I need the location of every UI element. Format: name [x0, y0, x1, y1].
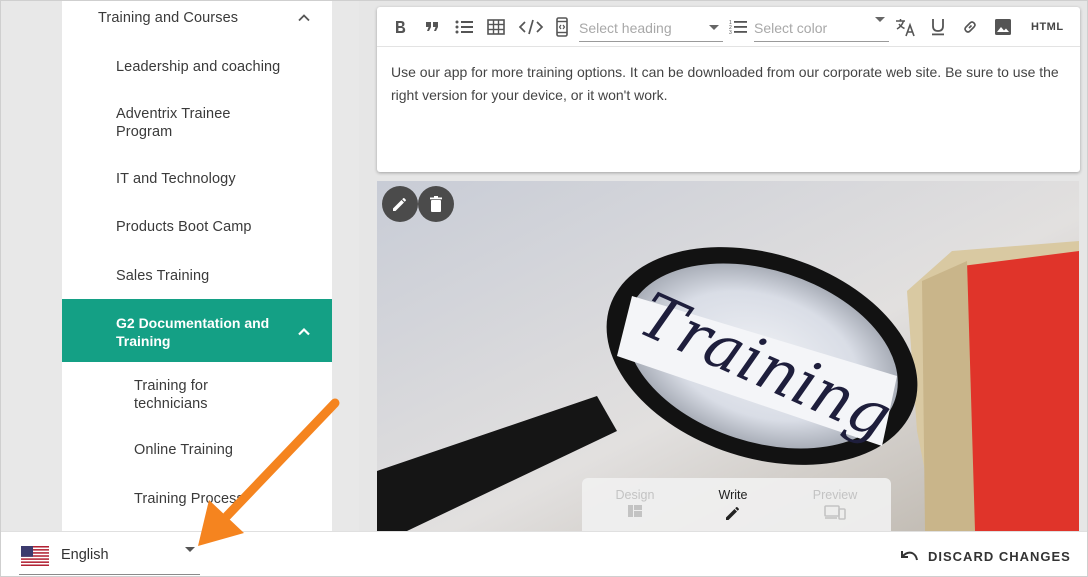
numbered-list-button[interactable]: 123 — [727, 16, 749, 38]
sidebar-item-label: Products Boot Camp — [116, 219, 252, 235]
sidebar-item-training-for-technicians[interactable]: Training for technicians — [134, 377, 254, 413]
sidebar-item-label: Training for technicians — [134, 378, 208, 412]
quote-icon — [426, 22, 438, 31]
sidebar-item-label: Online Training — [134, 442, 234, 458]
language-select-value: English — [61, 547, 109, 563]
sidebar-item-it-technology[interactable]: IT and Technology — [116, 170, 316, 188]
bulleted-list-icon — [455, 20, 473, 34]
mode-design[interactable]: Design — [595, 488, 675, 518]
sidebar-item-online-training[interactable]: Online Training — [134, 441, 314, 459]
app-frame: Training and Courses Leadership and coac… — [0, 0, 1088, 577]
edit-image-button[interactable] — [382, 186, 418, 222]
sidebar-item-g2-documentation[interactable]: G2 Documentation and Training — [62, 299, 332, 362]
chevron-up-icon — [298, 14, 310, 22]
mode-switcher: Design Write Preview — [582, 478, 891, 531]
image-button[interactable] — [992, 16, 1014, 38]
us-flag-icon — [21, 546, 49, 566]
editor-body-text[interactable]: Use our app for more training options. I… — [391, 61, 1067, 107]
sidebar-item-products-boot-camp[interactable]: Products Boot Camp — [116, 218, 316, 236]
chevron-up-icon — [298, 327, 310, 336]
code-button[interactable] — [518, 16, 544, 38]
sidebar-item-label: Training Process — [134, 491, 244, 507]
mode-label: Design — [615, 488, 655, 502]
sidebar-item-label: Leadership and coaching — [116, 59, 281, 75]
sidebar-item-leadership[interactable]: Leadership and coaching — [116, 58, 316, 76]
table-button[interactable] — [485, 16, 507, 38]
sidebar-item-label: Training and Courses — [98, 10, 239, 26]
devices-icon — [824, 505, 846, 520]
code-icon — [518, 19, 544, 35]
color-select-placeholder: Select color — [754, 20, 828, 36]
translate-button[interactable] — [895, 16, 917, 38]
sidebar-item-training-process[interactable]: Training Process — [134, 490, 332, 508]
embed-button[interactable] — [552, 16, 572, 38]
heading-select-placeholder: Select heading — [579, 20, 672, 36]
underline-button[interactable] — [927, 16, 949, 38]
sidebar-item-sales-training[interactable]: Sales Training — [116, 267, 316, 285]
mode-label: Write — [718, 488, 748, 502]
rich-text-editor: Select heading 123 Select color HTML Use… — [377, 7, 1080, 172]
translate-icon — [896, 19, 915, 37]
bulleted-list-button[interactable] — [453, 16, 475, 38]
left-gutter — [1, 1, 62, 531]
mode-preview[interactable]: Preview — [795, 488, 875, 520]
quote-button[interactable] — [421, 16, 443, 38]
image-icon — [995, 19, 1011, 35]
sidebar-item-label: IT and Technology — [116, 171, 236, 187]
underline-icon — [932, 19, 944, 36]
sidebar-item-label: Adventrix Trainee Program — [116, 106, 231, 140]
delete-image-button[interactable] — [418, 186, 454, 222]
table-icon — [487, 19, 505, 35]
discard-changes-label: DISCARD CHANGES — [928, 548, 1071, 564]
bottom-bar: English DISCARD CHANGES — [1, 531, 1087, 576]
pencil-icon — [726, 507, 739, 520]
sidebar-item-training-and-courses[interactable]: Training and Courses — [98, 9, 328, 27]
embed-icon — [556, 17, 568, 37]
pencil-icon — [393, 198, 406, 211]
mode-write[interactable]: Write — [693, 488, 773, 522]
sidebar-item-label: G2 Documentation and Training — [116, 315, 270, 349]
heading-select[interactable]: Select heading — [579, 14, 723, 42]
sidebar-item-label: Sales Training — [116, 268, 210, 284]
numbered-list-icon: 123 — [729, 20, 747, 35]
language-select[interactable]: English — [19, 543, 200, 575]
link-icon — [964, 21, 976, 33]
mode-label: Preview — [812, 488, 858, 502]
discard-changes-button[interactable]: DISCARD CHANGES — [899, 547, 1071, 565]
link-button[interactable] — [959, 16, 981, 38]
html-button[interactable]: HTML — [1031, 21, 1064, 33]
undo-icon — [901, 551, 918, 561]
color-select[interactable]: Select color — [754, 14, 889, 42]
caret-down-icon — [875, 17, 885, 22]
sidebar-item-adventrix[interactable]: Adventrix Trainee Program — [116, 105, 246, 141]
layout-icon — [628, 505, 642, 517]
editor-toolbar: Select heading 123 Select color HTML — [377, 7, 1080, 47]
caret-down-icon — [185, 547, 195, 552]
svg-text:3: 3 — [729, 30, 732, 35]
caret-down-icon — [709, 25, 719, 30]
sidebar-divider — [332, 1, 359, 531]
bold-button[interactable] — [389, 16, 411, 38]
sidebar-nav: Training and Courses Leadership and coac… — [62, 1, 332, 531]
trash-icon — [430, 196, 442, 212]
bold-icon — [396, 21, 406, 33]
